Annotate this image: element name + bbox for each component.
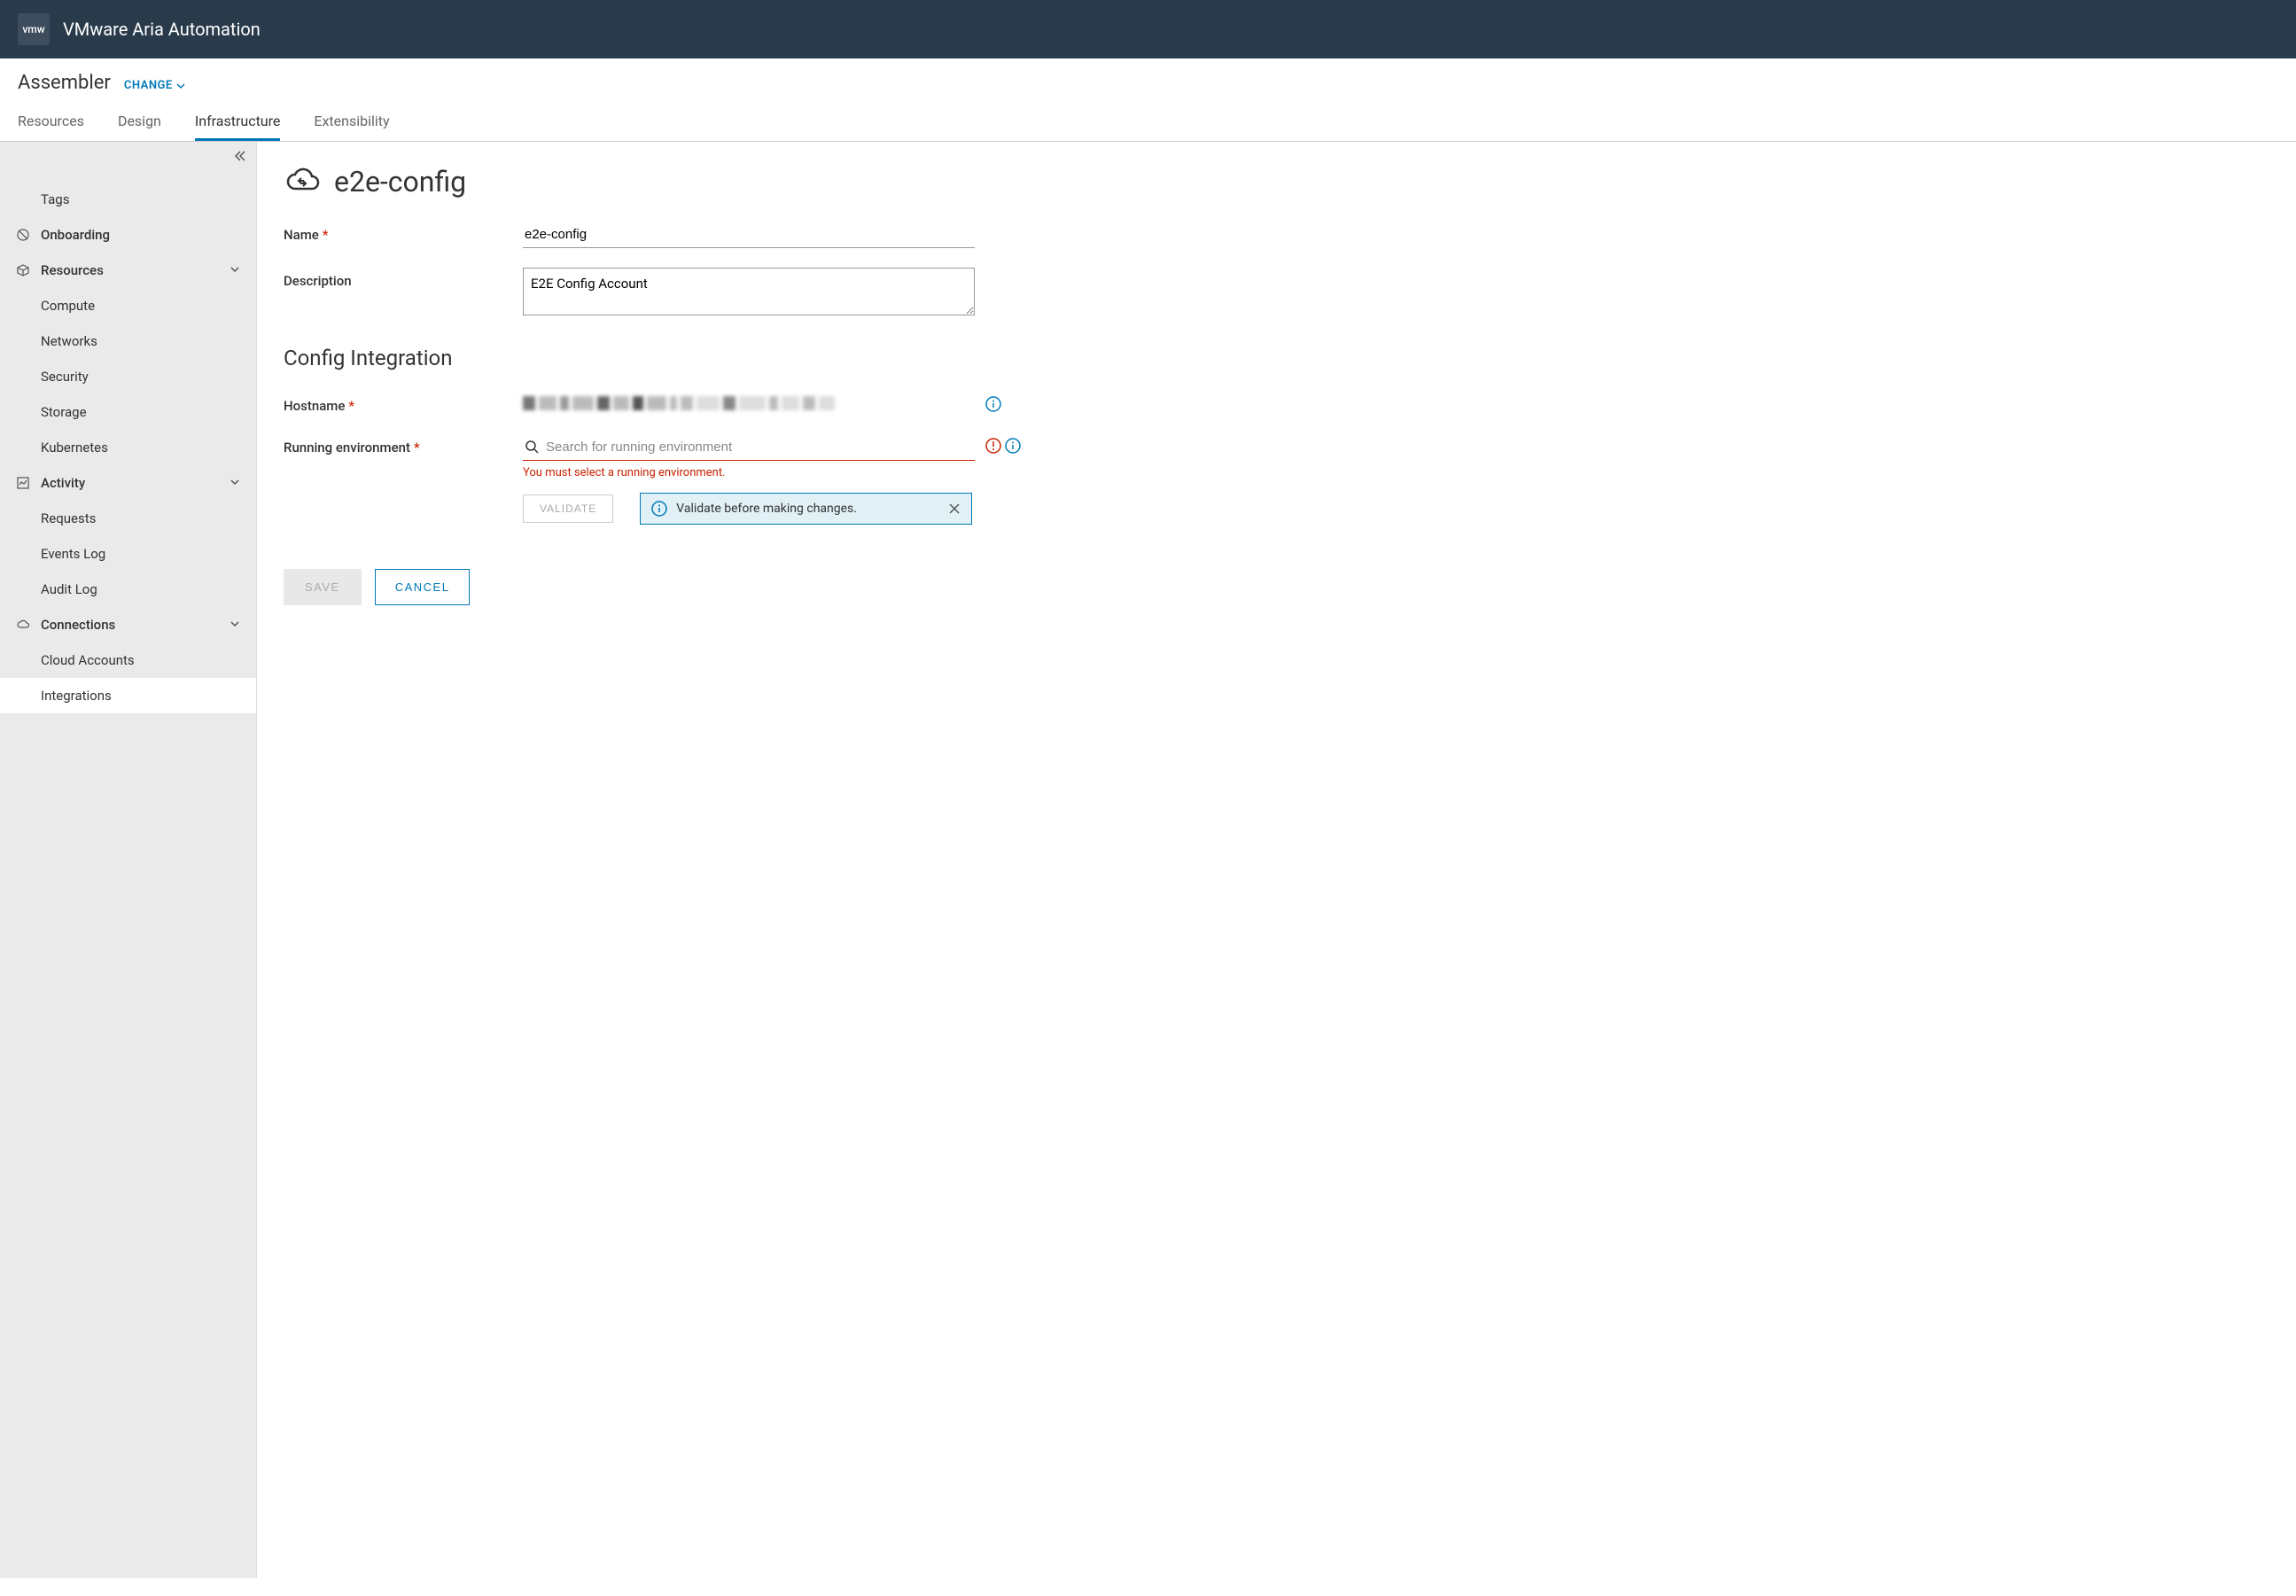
- sidebar-label: Compute: [41, 298, 95, 314]
- change-context-link[interactable]: CHANGE: [124, 79, 185, 92]
- sidebar-label: Security: [41, 369, 89, 385]
- sidebar-item-resources[interactable]: Resources: [0, 253, 256, 288]
- cube-icon: [16, 263, 32, 277]
- sidebar-label: Requests: [41, 510, 96, 526]
- collapse-sidebar-button[interactable]: [233, 149, 247, 167]
- hostname-value-redacted: [523, 393, 975, 415]
- required-marker: *: [414, 440, 420, 455]
- main-content: e2e-config Name* Description Config Inte…: [257, 142, 2296, 1578]
- running-env-input[interactable]: [523, 434, 975, 461]
- activity-icon: [16, 476, 32, 490]
- sidebar-label: Networks: [41, 333, 97, 349]
- sidebar-label: Onboarding: [41, 227, 110, 243]
- chevron-down-icon: [230, 617, 240, 633]
- sidebar-label: Tags: [41, 191, 69, 207]
- required-marker: *: [323, 227, 329, 243]
- main-tabs: Resources Design Infrastructure Extensib…: [0, 104, 2296, 142]
- sidebar-item-activity[interactable]: Activity: [0, 465, 256, 501]
- error-icon: [985, 438, 1001, 454]
- info-icon: [651, 501, 667, 517]
- running-env-error: You must select a running environment.: [523, 466, 975, 479]
- sidebar-item-integrations[interactable]: Integrations: [0, 678, 256, 713]
- context-title: Assembler: [18, 72, 111, 94]
- sidebar-item-security[interactable]: Security: [0, 359, 256, 394]
- chevron-down-icon: [230, 262, 240, 278]
- name-input[interactable]: [523, 222, 975, 248]
- cancel-button[interactable]: CANCEL: [375, 569, 471, 605]
- sidebar-label: Activity: [41, 475, 85, 491]
- tab-extensibility[interactable]: Extensibility: [314, 104, 389, 141]
- sidebar-label: Cloud Accounts: [41, 652, 135, 668]
- cloud-sync-icon: [284, 164, 321, 199]
- sidebar-label: Storage: [41, 404, 87, 420]
- sidebar: Tags Onboarding Resources Compute Networ…: [0, 142, 257, 1578]
- tab-design[interactable]: Design: [118, 104, 161, 141]
- product-title: VMware Aria Automation: [63, 19, 261, 40]
- sidebar-label: Resources: [41, 262, 104, 278]
- page-title: e2e-config: [334, 165, 466, 199]
- validate-alert: Validate before making changes.: [640, 493, 972, 525]
- sidebar-label: Events Log: [41, 546, 105, 562]
- sidebar-item-requests[interactable]: Requests: [0, 501, 256, 536]
- app-header: vmw VMware Aria Automation: [0, 0, 2296, 58]
- target-icon: [16, 228, 32, 242]
- description-textarea[interactable]: [523, 268, 975, 315]
- label-name: Name*: [284, 222, 523, 243]
- label-hostname: Hostname*: [284, 393, 523, 414]
- save-button[interactable]: SAVE: [284, 569, 362, 605]
- sidebar-item-tags[interactable]: Tags: [0, 182, 256, 217]
- validate-button[interactable]: VALIDATE: [523, 494, 613, 523]
- sidebar-label: Integrations: [41, 688, 112, 704]
- label-description: Description: [284, 268, 523, 289]
- alert-text: Validate before making changes.: [676, 502, 857, 516]
- cloud-icon: [16, 618, 32, 632]
- chevron-down-icon: [230, 475, 240, 491]
- context-bar: Assembler CHANGE: [0, 58, 2296, 104]
- sidebar-item-audit-log[interactable]: Audit Log: [0, 572, 256, 607]
- sidebar-item-storage[interactable]: Storage: [0, 394, 256, 430]
- chevron-down-icon: [176, 82, 185, 90]
- double-chevron-left-icon: [233, 149, 247, 163]
- sidebar-item-cloud-accounts[interactable]: Cloud Accounts: [0, 642, 256, 678]
- label-running-env: Running environment*: [284, 434, 523, 455]
- tab-resources[interactable]: Resources: [18, 104, 84, 141]
- sidebar-item-kubernetes[interactable]: Kubernetes: [0, 430, 256, 465]
- sidebar-item-compute[interactable]: Compute: [0, 288, 256, 323]
- required-marker: *: [348, 398, 354, 414]
- section-title: Config Integration: [284, 346, 2269, 370]
- sidebar-item-onboarding[interactable]: Onboarding: [0, 217, 256, 253]
- sidebar-label: Audit Log: [41, 581, 97, 597]
- sidebar-item-networks[interactable]: Networks: [0, 323, 256, 359]
- vmware-logo: vmw: [18, 13, 50, 45]
- info-icon[interactable]: [1005, 438, 1021, 454]
- info-icon[interactable]: [985, 396, 1001, 412]
- sidebar-item-connections[interactable]: Connections: [0, 607, 256, 642]
- search-icon: [525, 440, 539, 454]
- change-label: CHANGE: [124, 79, 173, 92]
- tab-infrastructure[interactable]: Infrastructure: [195, 104, 280, 141]
- sidebar-label: Connections: [41, 617, 115, 633]
- sidebar-label: Kubernetes: [41, 440, 108, 455]
- close-icon[interactable]: [948, 502, 961, 515]
- sidebar-item-events-log[interactable]: Events Log: [0, 536, 256, 572]
